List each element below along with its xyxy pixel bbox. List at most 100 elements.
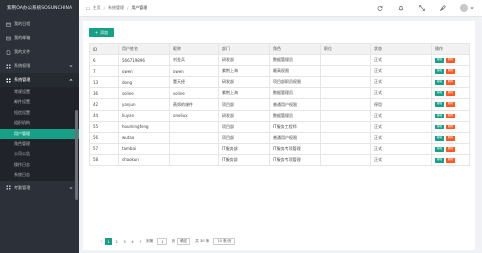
page-2[interactable]: 2 [113, 238, 120, 245]
edit-button[interactable]: 编辑 [435, 80, 444, 86]
cell-position [320, 153, 371, 167]
cell-position [320, 142, 371, 155]
submenu-item-general[interactable]: 常规设置 [0, 87, 79, 97]
breadcrumb-separator: / [126, 5, 129, 11]
sidebar-item-system[interactable]: 系统管理 [0, 73, 79, 87]
submenu-item-roles[interactable]: 角色管理 [0, 139, 79, 149]
cell-id: 36 [89, 87, 119, 100]
sidebar-scrollbar[interactable] [75, 110, 78, 200]
table-row: 7 owen owen 紫荆上海 最高权限 正式 编辑 删除 [89, 65, 470, 78]
delete-button[interactable]: 删除 [446, 69, 455, 74]
cell-actions: 编辑 删除 [431, 131, 470, 144]
sidebar-item-label: 系统管理 [14, 77, 31, 82]
page-1[interactable]: 1 [105, 238, 112, 245]
cell-position [320, 98, 371, 111]
submenu-item-sms-settings[interactable]: 短信设置 [0, 108, 79, 118]
top-actions [363, 4, 474, 12]
delete-button[interactable]: 删除 [446, 135, 455, 141]
cell-position [320, 54, 371, 67]
cell-role: IT服务工程师 [269, 120, 321, 133]
delete-button[interactable]: 删除 [446, 58, 455, 63]
cell-position [320, 76, 371, 89]
sync-icon[interactable] [376, 4, 384, 12]
cell-id: 56 [89, 131, 119, 144]
delete-button[interactable]: 删除 [446, 80, 455, 86]
submenu-item-announcements[interactable]: 公司公告 [0, 149, 79, 159]
cell-nickname: 燕郊的课件 [169, 98, 219, 111]
delete-button[interactable]: 删除 [446, 102, 455, 108]
column-header-role[interactable]: 角色 [269, 42, 321, 56]
cell-name: yanjun [118, 98, 170, 111]
prev-page-icon[interactable] [98, 238, 105, 245]
expand-icon[interactable] [418, 4, 426, 12]
delete-button[interactable]: 删除 [446, 146, 455, 152]
column-header-nickname[interactable]: 昵称 [169, 42, 219, 56]
cell-id: 44 [89, 109, 119, 122]
edit-button[interactable]: 编辑 [435, 58, 444, 63]
breadcrumb-section[interactable]: 系统管理 [108, 5, 124, 11]
submenu-item-users[interactable]: 用户管理 [0, 128, 79, 139]
cell-name: soline [118, 87, 170, 100]
add-user-button[interactable]: + 添加 [89, 28, 114, 37]
edit-button[interactable]: 编辑 [435, 91, 444, 97]
cell-status: 正式 [370, 65, 432, 78]
column-header-status[interactable]: 状态 [370, 42, 432, 56]
submenu-item-mail-settings[interactable]: 邮件设置 [0, 97, 79, 107]
column-header-id[interactable]: ID [89, 42, 119, 56]
column-header-position[interactable]: 职位 [320, 42, 371, 56]
edit-button[interactable]: 编辑 [435, 69, 444, 74]
grid-icon [6, 78, 11, 83]
submenu-item-system-log[interactable]: 系统日志 [0, 170, 79, 180]
sidebar-item-calendar[interactable]: 我的日程 [0, 17, 79, 31]
delete-button[interactable]: 删除 [446, 124, 455, 130]
cell-department: 项目部 [218, 120, 270, 133]
cell-actions: 编辑 删除 [431, 98, 470, 111]
cell-nickname: 刘金兵 [169, 54, 219, 67]
sidebar-item-permissions[interactable]: 系统权限 [0, 59, 79, 73]
submenu-item-operation-log[interactable]: 操作日志 [0, 160, 79, 170]
page-4[interactable]: 4 [129, 238, 136, 245]
sidebar-item-label: 系统权限 [14, 63, 31, 68]
cell-department: 紫荆上海 [218, 87, 270, 100]
brush-icon[interactable] [439, 4, 447, 12]
users-panel: + 添加 ID 用户姓名 昵称 部门 角色 职位 状态 操作 6 5667198… [83, 21, 475, 250]
sidebar-item-label: 我的日程 [14, 21, 31, 26]
edit-button[interactable]: 编辑 [435, 102, 444, 108]
cell-nickname [169, 120, 219, 133]
delete-button[interactable]: 删除 [446, 113, 455, 119]
cell-status: 正式 [370, 153, 432, 167]
cell-actions: 编辑 删除 [431, 120, 470, 133]
cell-role: IT服务专项管理 [269, 142, 321, 155]
table-row: 36 soline soline 紫荆上海 数据管理员 正式 编辑 删除 [89, 87, 470, 100]
column-header-name[interactable]: 用户姓名 [118, 42, 170, 56]
goto-page-input[interactable]: 1 [157, 238, 168, 245]
edit-button[interactable]: 编辑 [435, 113, 444, 119]
column-header-department[interactable]: 部门 [218, 42, 270, 56]
delete-button[interactable]: 删除 [446, 157, 455, 163]
page-3[interactable]: 3 [121, 238, 128, 245]
next-page-icon[interactable] [137, 238, 144, 245]
cell-position [320, 109, 371, 122]
page-size-select[interactable]: 10 条/页 [213, 238, 236, 245]
sidebar-item-files[interactable]: 我的文件 [0, 45, 79, 59]
avatar[interactable] [460, 4, 468, 12]
edit-button[interactable]: 编辑 [435, 124, 444, 130]
chevron-down-icon[interactable] [470, 6, 474, 10]
delete-button[interactable]: 删除 [446, 91, 455, 97]
table-row: 56 wutao 项目部 普通用户权限 正式 编辑 删除 [89, 131, 470, 144]
sidebar-item-mail[interactable]: 我的邮箱 [0, 31, 79, 45]
edit-button[interactable]: 编辑 [435, 135, 444, 141]
column-header-actions: 操作 [431, 42, 470, 56]
submenu-item-organization[interactable]: 组织机构 [0, 118, 79, 128]
edit-button[interactable]: 编辑 [435, 157, 444, 163]
sidebar-item-attendance[interactable]: 考勤管理 [0, 181, 79, 195]
goto-confirm-button[interactable]: 确定 [177, 238, 191, 245]
table-row: 58 shaokun IT服务部 IT服务专项管理 正式 编辑 删除 [89, 153, 470, 167]
cell-role: 数据管理员 [269, 87, 321, 100]
edit-button[interactable]: 编辑 [435, 146, 444, 152]
pagination: 1 2 3 4 到第 1 页 确定 共 30 条 10 条/页 [98, 238, 237, 245]
breadcrumb-home[interactable]: 主页 [93, 5, 101, 11]
page-unit-label: 页 [171, 239, 176, 243]
sidebar-item-label: 我的文件 [14, 49, 31, 54]
bell-icon[interactable] [397, 4, 405, 12]
